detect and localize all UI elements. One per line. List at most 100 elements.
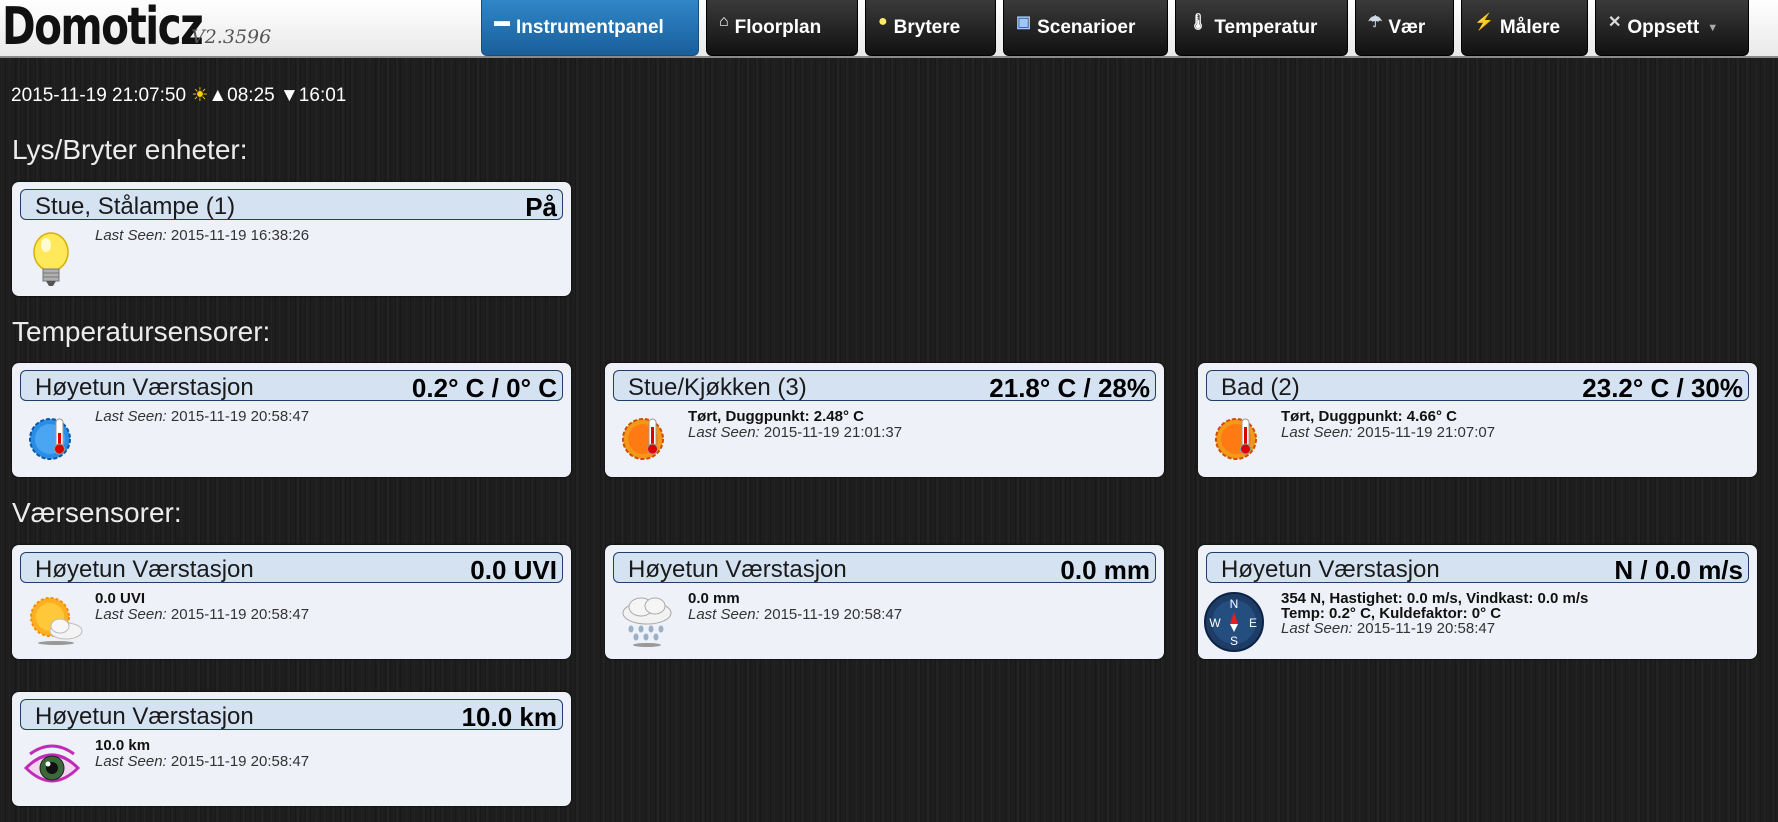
- tab-label: Instrumentpanel: [516, 16, 664, 38]
- tab-malere[interactable]: ⚡ Målere: [1461, 0, 1588, 56]
- cold-thermometer-icon[interactable]: [26, 411, 80, 465]
- tab-label: Brytere: [893, 16, 961, 38]
- last-seen-label: Last Seen:: [95, 408, 167, 425]
- sun-cloud-icon[interactable]: [26, 593, 83, 647]
- sunrise-time: ▲08:25: [208, 85, 275, 106]
- device-card-temp-hoyetun[interactable]: Høyetun Værstasjon 0.2° C / 0° C Last Se…: [12, 363, 571, 477]
- weather-icon: ☂: [1368, 13, 1383, 31]
- warm-thermometer-icon[interactable]: [619, 411, 673, 465]
- tab-brytere[interactable]: ● Brytere: [865, 0, 996, 56]
- tab-oppsett[interactable]: ✕ Oppsett ▼: [1595, 0, 1749, 56]
- device-card-rain[interactable]: Høyetun Værstasjon 0.0 mm 0.0 mm Last Se…: [605, 545, 1164, 659]
- device-name: Høyetun Værstasjon: [35, 556, 254, 583]
- settings-icon: ✕: [1608, 13, 1622, 31]
- device-detail: 10.0 km: [95, 737, 151, 754]
- last-seen-value: 2015-11-19 21:01:37: [763, 424, 903, 441]
- device-name: Stue, Stålampe (1): [35, 193, 236, 220]
- tab-instrumentpanel[interactable]: ▬ Instrumentpanel: [481, 0, 699, 56]
- device-detail: 0.0 UVI: [95, 590, 146, 607]
- device-name: Stue/Kjøkken (3): [628, 374, 807, 401]
- last-seen-value: 2015-11-19 16:38:26: [170, 227, 310, 244]
- device-value: 0.2° C / 0° C: [411, 373, 557, 403]
- scene-icon: ▣: [1016, 13, 1032, 31]
- device-detail: Tørt, Duggpunkt: 2.48° C: [688, 408, 864, 425]
- eye-icon[interactable]: [22, 740, 81, 794]
- card-header: Stue, Stålampe (1) På: [20, 189, 563, 222]
- sun-icon: ☀: [191, 85, 209, 106]
- lightbulb-icon[interactable]: [26, 230, 80, 286]
- last-seen-label: Last Seen:: [95, 753, 167, 770]
- last-seen-value: 2015-11-19 20:58:47: [170, 408, 310, 425]
- card-header: Høyetun Værstasjon 0.0 mm: [613, 552, 1156, 585]
- device-value: N / 0.0 m/s: [1614, 555, 1743, 585]
- device-info: 0.0 UVI Last Seen: 2015-11-19 20:58:47: [95, 591, 309, 623]
- last-seen-label: Last Seen:: [688, 424, 760, 441]
- app-version: V2.3596: [191, 26, 272, 48]
- device-info: Last Seen: 2015-11-19 20:58:47: [95, 409, 309, 425]
- meter-icon: ⚡: [1474, 13, 1494, 31]
- thermometer-icon: 🌡: [1188, 13, 1209, 31]
- dashboard-icon: ▬: [494, 12, 510, 30]
- device-name: Høyetun Værstasjon: [1221, 556, 1440, 583]
- device-value: 10.0 km: [461, 702, 557, 732]
- compass-south: S: [1230, 634, 1238, 648]
- device-name: Bad (2): [1221, 374, 1300, 401]
- tab-floorplan[interactable]: ⌂ Floorplan: [706, 0, 858, 56]
- last-seen-value: 2015-11-19 21:07:07: [1356, 424, 1496, 441]
- device-name: Høyetun Værstasjon: [35, 703, 254, 730]
- device-name: Høyetun Værstasjon: [628, 556, 847, 583]
- device-value: 23.2° C / 30%: [1582, 373, 1743, 403]
- card-header: Høyetun Værstasjon 10.0 km: [20, 699, 563, 732]
- chevron-down-icon: ▼: [1707, 21, 1719, 34]
- tab-vaer[interactable]: ☂ Vær: [1355, 0, 1454, 56]
- last-seen-value: 2015-11-19 20:58:47: [763, 606, 903, 623]
- device-detail: 0.0 mm: [688, 590, 740, 607]
- last-seen-label: Last Seen:: [1281, 424, 1353, 441]
- warm-thermometer-icon[interactable]: [1212, 411, 1266, 465]
- last-seen-label: Last Seen:: [1281, 620, 1353, 637]
- device-info: Tørt, Duggpunkt: 4.66° C Last Seen: 2015…: [1281, 409, 1495, 441]
- last-seen-label: Last Seen:: [95, 606, 167, 623]
- tab-label: Målere: [1499, 16, 1561, 38]
- section-title-lights: Lys/Bryter enheter:: [12, 134, 248, 165]
- device-card-uv[interactable]: Høyetun Værstasjon 0.0 UVI 0.0 UVI Last …: [12, 545, 571, 659]
- device-info: 354 N, Hastighet: 0.0 m/s, Vindkast: 0.0…: [1281, 591, 1588, 636]
- last-seen-value: 2015-11-19 20:58:47: [1356, 620, 1496, 637]
- device-card-wind[interactable]: Høyetun Værstasjon N / 0.0 m/s N S E W 3…: [1198, 545, 1757, 659]
- floorplan-icon: ⌂: [719, 12, 729, 30]
- device-value: 21.8° C / 28%: [989, 373, 1150, 403]
- card-header: Høyetun Værstasjon 0.2° C / 0° C: [20, 370, 563, 403]
- sunset-time: ▼16:01: [280, 85, 347, 106]
- device-info: Last Seen: 2015-11-19 16:38:26: [95, 228, 309, 244]
- device-info: 0.0 mm Last Seen: 2015-11-19 20:58:47: [688, 591, 902, 623]
- compass-north: N: [1230, 597, 1239, 611]
- card-header: Høyetun Værstasjon N / 0.0 m/s: [1206, 552, 1749, 585]
- device-info: Tørt, Duggpunkt: 2.48° C Last Seen: 2015…: [688, 409, 902, 441]
- device-card-temp-bad[interactable]: Bad (2) 23.2° C / 30% Tørt, Duggpunkt: 4…: [1198, 363, 1757, 477]
- card-header: Høyetun Værstasjon 0.0 UVI: [20, 552, 563, 585]
- section-title-temperature: Temperatursensorer:: [12, 316, 271, 347]
- device-card-lamp[interactable]: Stue, Stålampe (1) På Last Seen: 2015-11…: [12, 182, 571, 296]
- device-detail: Tørt, Duggpunkt: 4.66° C: [1281, 408, 1457, 425]
- device-value: På: [525, 192, 557, 222]
- last-seen-value: 2015-11-19 20:58:47: [170, 753, 310, 770]
- device-info: 10.0 km Last Seen: 2015-11-19 20:58:47: [95, 738, 309, 770]
- tab-label: Vær: [1388, 16, 1426, 38]
- compass-icon[interactable]: N S E W: [1204, 592, 1264, 652]
- app-logo[interactable]: Domoticz: [2, 0, 204, 56]
- current-datetime: 2015-11-19 21:07:50: [11, 85, 187, 106]
- device-detail: 354 N, Hastighet: 0.0 m/s, Vindkast: 0.0…: [1281, 590, 1589, 607]
- tab-temperatur[interactable]: 🌡 Temperatur: [1175, 0, 1348, 56]
- device-card-visibility[interactable]: Høyetun Værstasjon 10.0 km 10.0 km Last …: [12, 692, 571, 806]
- last-seen-value: 2015-11-19 20:58:47: [170, 606, 310, 623]
- rain-cloud-icon[interactable]: [619, 593, 673, 647]
- card-header: Stue/Kjøkken (3) 21.8° C / 28%: [613, 370, 1156, 403]
- compass-east: E: [1249, 616, 1257, 630]
- lightbulb-icon: ●: [878, 12, 888, 30]
- last-seen-label: Last Seen:: [688, 606, 760, 623]
- device-value: 0.0 mm: [1060, 555, 1150, 585]
- device-card-temp-stue[interactable]: Stue/Kjøkken (3) 21.8° C / 28% Tørt, Dug…: [605, 363, 1164, 477]
- device-name: Høyetun Værstasjon: [35, 374, 254, 401]
- tab-scenarioer[interactable]: ▣ Scenarioer: [1003, 0, 1168, 56]
- status-line: 2015-11-19 21:07:50 ☀▲08:25 ▼16:01: [11, 84, 346, 107]
